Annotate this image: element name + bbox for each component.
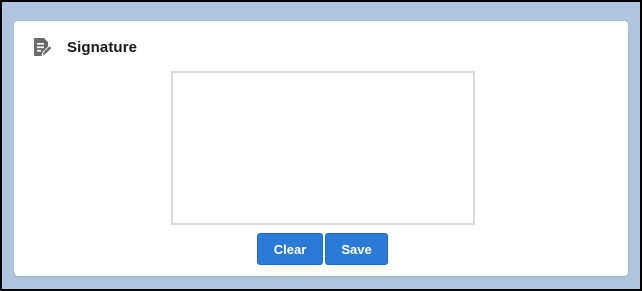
card-title: Signature (67, 38, 138, 56)
card-header: Signature (31, 35, 137, 59)
clear-button[interactable]: Clear (257, 233, 323, 265)
signature-card: Signature Clear Save (14, 21, 628, 276)
save-button[interactable]: Save (325, 233, 388, 265)
signature-pad[interactable] (171, 71, 475, 225)
signature-document-icon (31, 36, 53, 58)
action-buttons: Clear Save (257, 233, 388, 265)
